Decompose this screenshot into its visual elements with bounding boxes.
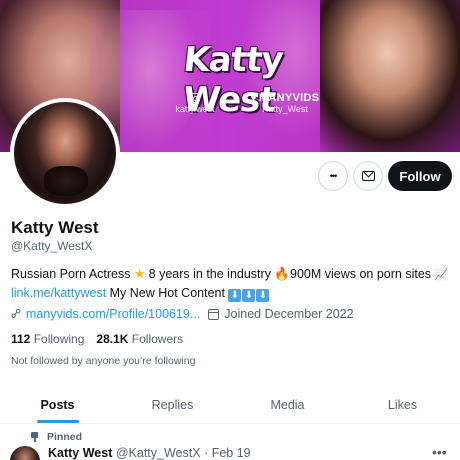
tab-likes[interactable]: Likes [345, 386, 460, 423]
post-author-handle[interactable]: @Katty_WestX [116, 446, 201, 460]
heart-icon: ♥ [250, 93, 257, 104]
instagram-icon [190, 93, 200, 103]
post-separator: · [204, 446, 209, 460]
down-arrow-icon: ⬇ [256, 289, 270, 302]
down-arrow-icon: ⬇ [242, 289, 256, 302]
pinned-indicator: Pinned [30, 431, 82, 443]
follow-counts: 112 Following 28.1K Followers [11, 332, 183, 346]
tab-media[interactable]: Media [230, 386, 345, 423]
message-button[interactable] [353, 161, 383, 191]
post-author-avatar[interactable] [10, 446, 40, 460]
pinned-label: Pinned [47, 431, 83, 443]
mutual-followers-note: Not followed by anyone you’re following [11, 355, 196, 367]
fire-icon: 🔥 [274, 267, 290, 281]
profile-handle: @Katty_WestX [11, 239, 93, 253]
link-icon: ⚯ [6, 304, 26, 323]
profile-avatar[interactable] [10, 98, 120, 208]
post-header: Katty West @Katty_WestX · Feb 19 [48, 446, 251, 460]
banner-manyvids-brand: MANYVIDS [258, 92, 320, 104]
more-horizontal-icon: ••• [329, 171, 338, 181]
post-author-name[interactable]: Katty West [48, 446, 112, 460]
star-icon: ★ [133, 267, 146, 281]
mail-icon [361, 171, 375, 181]
follow-button[interactable]: Follow [388, 161, 452, 191]
banner-instagram: katty.west [170, 93, 220, 114]
bio-link[interactable]: link.me/kattywest [11, 286, 106, 300]
banner-manyvids: ♥ MANYVIDS Katty_West [245, 92, 325, 114]
post-date[interactable]: Feb 19 [212, 446, 251, 460]
bio-text: 8 years in the industry [145, 267, 275, 281]
profile-bio: Russian Porn Actress ★ 8 years in the in… [11, 265, 456, 302]
tab-replies[interactable]: Replies [115, 386, 230, 423]
banner-manyvids-user: Katty_West [262, 104, 308, 114]
profile-meta: ⚯ manyvids.com/Profile/100619... Joined … [7, 304, 354, 322]
joined-date: Joined December 2022 [224, 307, 354, 321]
down-arrow-icon: ⬇ [228, 289, 242, 302]
following-count-link[interactable]: 112 Following [11, 332, 84, 346]
calendar-icon [208, 308, 220, 320]
bio-text: 900M views on porn sites [290, 267, 435, 281]
more-options-button[interactable]: ••• [318, 161, 348, 191]
profile-name: Katty West [11, 218, 99, 237]
bio-text: Russian Porn Actress [11, 267, 134, 281]
chart-increasing-icon: 📈 [434, 269, 449, 281]
tab-posts[interactable]: Posts [0, 386, 115, 423]
post-more-icon[interactable]: ••• [432, 444, 447, 460]
pin-icon [30, 432, 39, 442]
banner-photo-right [320, 0, 460, 152]
followers-count-link[interactable]: 28.1K Followers [96, 332, 183, 346]
banner-instagram-handle: katty.west [175, 104, 215, 114]
profile-tabs: Posts Replies Media Likes [0, 386, 460, 424]
bio-text: My New Hot Content [106, 286, 229, 300]
profile-website-link[interactable]: manyvids.com/Profile/100619... [26, 307, 200, 321]
